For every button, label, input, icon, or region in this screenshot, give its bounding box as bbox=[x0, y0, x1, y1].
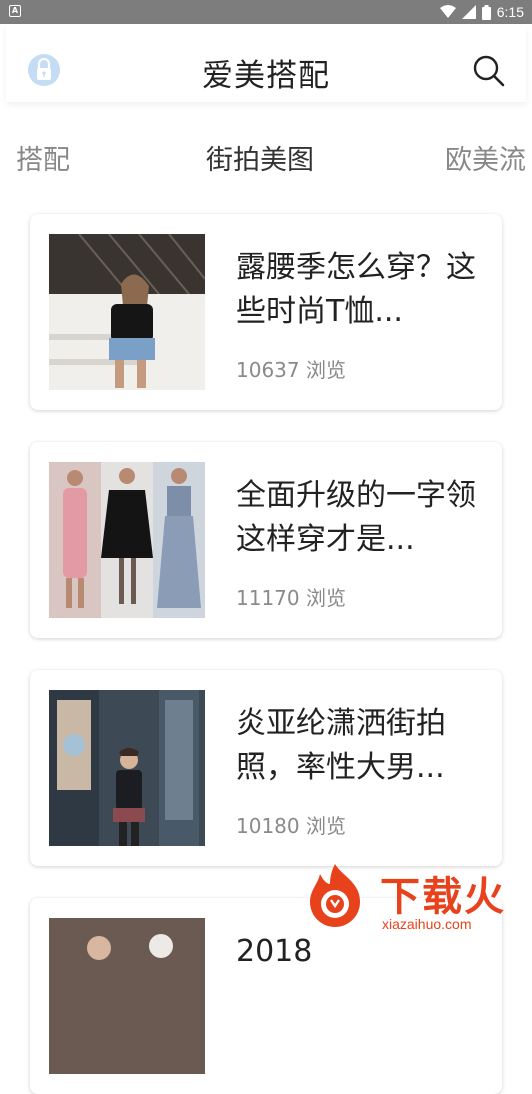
app-bar: 爱美搭配 bbox=[6, 24, 526, 102]
article-card[interactable]: 全面升级的一字领 这样穿才是... 11170 浏览 bbox=[30, 442, 502, 638]
article-title: 炎亚纶潇洒街拍照，率性大男... bbox=[236, 706, 446, 785]
tab-western-fashion[interactable]: 欧美流 bbox=[445, 138, 526, 177]
article-view-count: 10180 浏览 bbox=[236, 814, 346, 838]
signal-icon bbox=[461, 5, 476, 19]
search-button[interactable] bbox=[472, 54, 506, 88]
tab-street-snap[interactable]: 街拍美图 bbox=[206, 138, 314, 177]
status-bar: A 6:15 bbox=[0, 0, 532, 24]
article-thumbnail bbox=[49, 690, 205, 846]
status-icons: 6:15 bbox=[439, 0, 524, 24]
page-title: 爱美搭配 bbox=[202, 58, 330, 94]
tab-dapei[interactable]: 搭配 bbox=[16, 138, 70, 177]
search-icon bbox=[473, 55, 505, 87]
article-title: 露腰季怎么穿？这些时尚T恤... bbox=[236, 250, 476, 329]
site-watermark: 下载火 xiazaihuo.com bbox=[302, 860, 522, 940]
status-time: 6:15 bbox=[496, 4, 524, 20]
article-thumbnail bbox=[49, 234, 205, 390]
wifi-icon bbox=[439, 5, 456, 18]
article-view-count: 10637 浏览 bbox=[236, 358, 346, 382]
flame-logo-icon bbox=[310, 864, 360, 927]
category-tabs: 搭配 街拍美图 欧美流 bbox=[0, 138, 532, 188]
article-card[interactable]: 炎亚纶潇洒街拍照，率性大男... 10180 浏览 bbox=[30, 670, 502, 866]
watermark-text: 下载火 bbox=[380, 874, 506, 920]
article-thumbnail bbox=[49, 462, 205, 618]
article-thumbnail bbox=[49, 918, 205, 1074]
article-title: 全面升级的一字领 这样穿才是... bbox=[236, 478, 476, 557]
battery-icon bbox=[481, 4, 491, 20]
article-view-count: 11170 浏览 bbox=[236, 586, 346, 610]
watermark-url: xiazaihuo.com bbox=[382, 916, 472, 932]
article-card[interactable]: 露腰季怎么穿？这些时尚T恤... 10637 浏览 bbox=[30, 214, 502, 410]
notification-app-icon: A bbox=[9, 5, 21, 17]
